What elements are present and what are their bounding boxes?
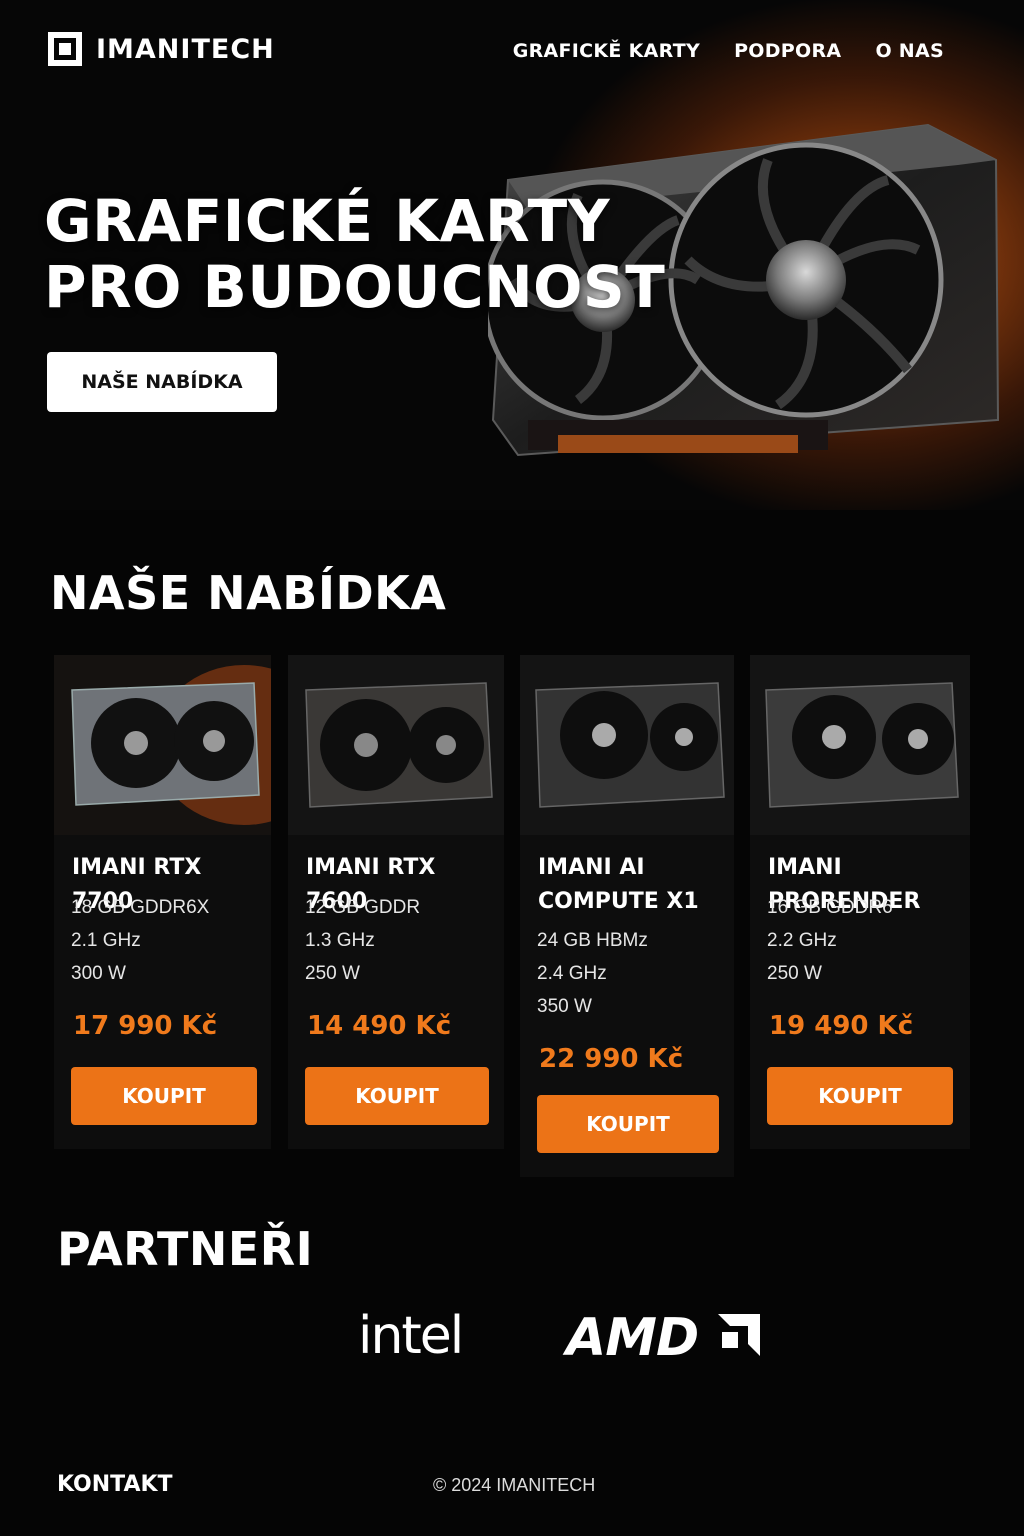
product-price: 14 490 Kč (307, 1011, 452, 1041)
hero-offer-button[interactable]: NAŠE NABÍDKA (47, 352, 277, 412)
product-spec-clock: 2.4 GHz (537, 963, 607, 984)
hero-title-line1: GRAFICKÉ KARTY (44, 187, 611, 255)
product-image (54, 655, 271, 835)
product-spec-power: 300 W (71, 963, 126, 984)
product-image (520, 655, 734, 835)
product-image (750, 655, 970, 835)
logo-square-icon (48, 32, 82, 66)
product-name: IMANI AI COMPUTE X1 (538, 855, 699, 914)
product-spec-clock: 1.3 GHz (305, 930, 375, 951)
hero-title: GRAFICKÉ KARTY PRO BUDOUCNOST (44, 188, 665, 320)
nav-podpora[interactable]: PODPORA (734, 40, 841, 62)
product-card: IMANI RTX 7700 18 GB GDDR6X 2.1 GHz 300 … (54, 655, 271, 1149)
product-spec-power: 350 W (537, 996, 592, 1017)
product-card: IMANI PRORENDER 16 GB GDDR6 2.2 GHz 250 … (750, 655, 970, 1149)
product-spec-clock: 2.1 GHz (71, 930, 141, 951)
product-spec-memory: 12 GB GDDR (305, 897, 421, 918)
product-card: IMANI AI COMPUTE X1 24 GB HBMz 2.4 GHz 3… (520, 655, 734, 1177)
product-card: IMANI RTX 7600 12 GB GDDR 1.3 GHz 250 W … (288, 655, 504, 1149)
product-image (288, 655, 504, 835)
amd-logo: AMD (566, 1308, 699, 1368)
product-spec-memory: 18 GB GDDR6X (71, 897, 210, 918)
product-spec-power: 250 W (305, 963, 360, 984)
nav-graficke-karty[interactable]: GRAFICKĚ KARTY (513, 40, 700, 62)
site-footer: KONTAKT © 2024 IMANITECH (0, 1432, 1024, 1536)
partners-section-title: PARTNEŘI (57, 1222, 314, 1276)
nav-o-nas[interactable]: O NAS (875, 40, 944, 62)
product-price: 17 990 Kč (73, 1011, 218, 1041)
product-spec-memory: 16 GB GDDR6 (767, 897, 893, 918)
product-price: 22 990 Kč (539, 1044, 684, 1074)
buy-button[interactable]: KOUPIT (767, 1067, 953, 1125)
buy-button[interactable]: KOUPIT (71, 1067, 257, 1125)
offer-section-title: NAŠE NABÍDKA (50, 566, 447, 620)
amd-arrow-icon (718, 1314, 760, 1356)
product-spec-memory: 24 GB HBMz (537, 930, 648, 951)
hero-title-line2: PRO BUDOUCNOST (44, 253, 666, 321)
copyright-text: © 2024 IMANITECH (433, 1475, 596, 1495)
product-price: 19 490 Kč (769, 1011, 914, 1041)
main-nav: GRAFICKĚ KARTY PODPORA O NAS (513, 40, 944, 62)
brand-name: IMANITECH (96, 33, 275, 65)
product-spec-clock: 2.2 GHz (767, 930, 837, 951)
contact-link[interactable]: KONTAKT (57, 1472, 173, 1497)
buy-button[interactable]: KOUPIT (305, 1067, 489, 1125)
product-spec-power: 250 W (767, 963, 822, 984)
site-header: IMANITECH GRAFICKĚ KARTY PODPORA O NAS (0, 0, 1024, 100)
buy-button[interactable]: KOUPIT (537, 1095, 719, 1153)
intel-logo: intel (358, 1306, 464, 1366)
brand-logo[interactable]: IMANITECH (48, 32, 275, 66)
